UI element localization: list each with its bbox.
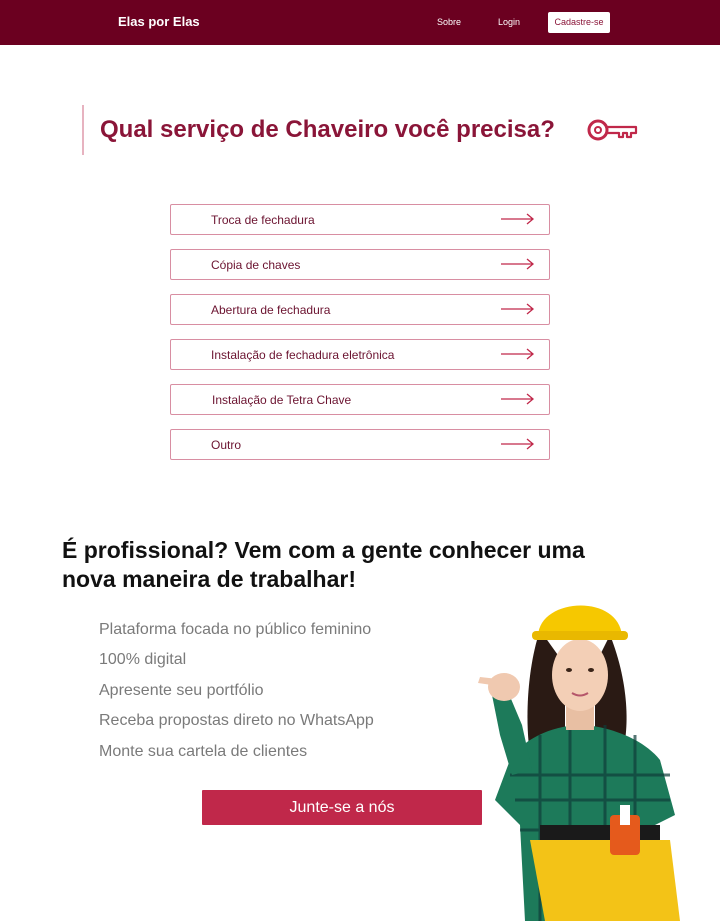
arrow-right-icon xyxy=(501,438,535,450)
benefit-item: Receba propostas direto no WhatsApp xyxy=(99,712,374,729)
service-option-abertura-de-fechadura[interactable]: Abertura de fechadura xyxy=(170,294,550,325)
signup-button[interactable]: Cadastre-se xyxy=(548,12,610,33)
benefit-item: Monte sua cartela de clientes xyxy=(99,743,308,760)
title-accent-bar xyxy=(82,105,84,155)
service-label: Instalação de fechadura eletrônica xyxy=(211,348,395,362)
service-label: Outro xyxy=(211,438,242,452)
top-navbar: Elas por Elas Sobre Login Cadastre-se xyxy=(0,0,720,45)
service-option-tetra-chave[interactable]: Instalação de Tetra Chave xyxy=(170,384,550,415)
professional-heading-line1: É profissional? Vem com a gente conhecer… xyxy=(62,537,585,563)
service-label: Instalação de Tetra Chave xyxy=(212,393,352,407)
nav-link-sobre[interactable]: Sobre xyxy=(437,17,461,27)
service-option-copia-de-chaves[interactable]: Cópia de chaves xyxy=(170,249,550,280)
benefit-item: 100% digital xyxy=(99,651,187,668)
arrow-right-icon xyxy=(501,258,535,270)
page-title: Qual serviço de Chaveiro você precisa? xyxy=(100,116,555,143)
nav-link-login[interactable]: Login xyxy=(498,17,520,27)
arrow-right-icon xyxy=(501,213,535,225)
worker-photo xyxy=(478,605,680,921)
service-label: Troca de fechadura xyxy=(211,213,315,227)
professional-heading-line2: nova maneira de trabalhar! xyxy=(62,566,356,592)
benefit-item: Apresente seu portfólio xyxy=(99,682,264,699)
arrow-right-icon xyxy=(501,303,535,315)
brand-logo[interactable]: Elas por Elas xyxy=(118,14,200,29)
service-option-troca-de-fechadura[interactable]: Troca de fechadura xyxy=(170,204,550,235)
service-label: Abertura de fechadura xyxy=(211,303,331,317)
service-option-fechadura-eletronica[interactable]: Instalação de fechadura eletrônica xyxy=(170,339,550,370)
service-label: Cópia de chaves xyxy=(211,258,301,272)
benefit-item: Plataforma focada no público feminino xyxy=(99,621,372,638)
join-button[interactable]: Junte-se a nós xyxy=(202,790,482,825)
arrow-right-icon xyxy=(501,393,535,405)
arrow-right-icon xyxy=(501,348,535,360)
service-option-outro[interactable]: Outro xyxy=(170,429,550,460)
key-icon xyxy=(587,119,638,141)
